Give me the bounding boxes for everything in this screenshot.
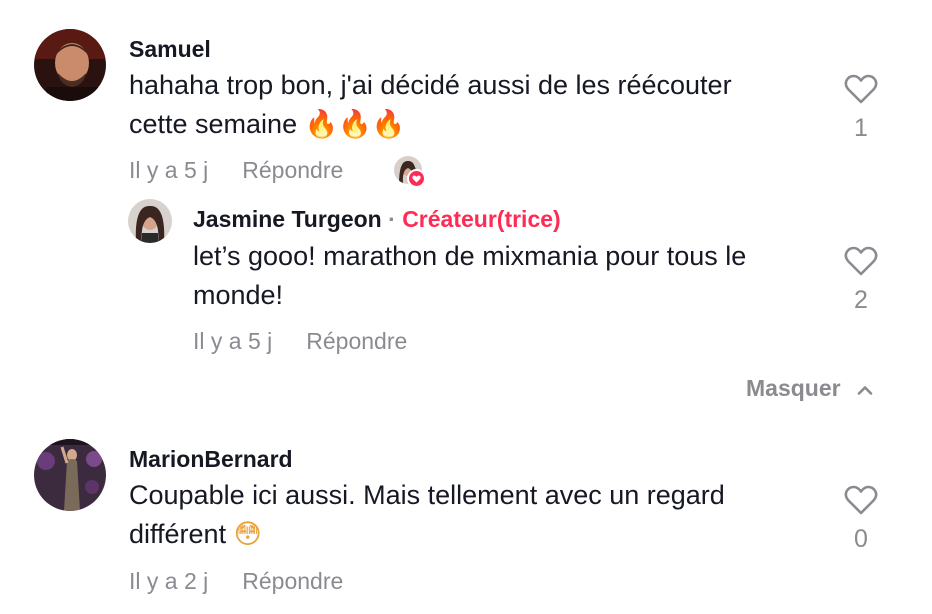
like-count: 0	[854, 525, 868, 553]
user-avatar-icon	[34, 439, 106, 511]
comment-time: Il y a 2 j	[129, 568, 209, 594]
comment-text-line: différent 😳	[129, 515, 829, 554]
flushed-face-emoji: 😳	[233, 519, 262, 550]
like-button[interactable]: 0	[841, 485, 881, 554]
comment-text-line2: différent	[129, 519, 227, 549]
comment-text: Coupable ici aussi. Mais tellement avec …	[129, 476, 829, 554]
comment-text-line: Coupable ici aussi. Mais tellement avec …	[129, 480, 725, 510]
comment-marionbernard: MarionBernard Coupable ici aussi. Mais t…	[0, 0, 932, 614]
comment-username[interactable]: MarionBernard	[129, 446, 293, 473]
heart-outline-icon	[844, 485, 878, 515]
reply-button[interactable]: Répondre	[242, 568, 343, 594]
comment-meta: Il y a 2 j Répondre	[129, 568, 343, 595]
avatar[interactable]	[34, 439, 106, 511]
